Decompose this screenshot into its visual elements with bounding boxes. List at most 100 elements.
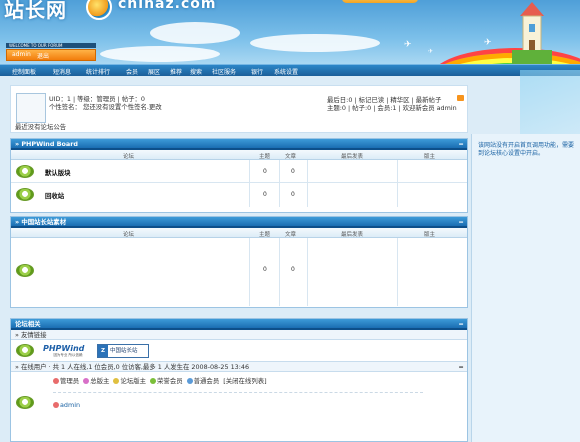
user-signature[interactable]: 个性签名： 您还没有设置个性签名.更改 xyxy=(49,102,162,111)
honor-group-icon xyxy=(150,378,157,384)
forum-name-link[interactable]: 默认版块 xyxy=(45,168,71,177)
admin-user-icon xyxy=(53,402,59,408)
divider xyxy=(397,160,398,182)
welcome-strip: WELCOME TO OUR FORUM xyxy=(6,43,96,48)
logo-globe-icon xyxy=(86,0,112,20)
divider xyxy=(397,238,398,306)
chinaz-logo-icon: Z xyxy=(98,345,108,357)
bird-icon: ✈ xyxy=(428,48,434,55)
forum-name-link[interactable]: 回收站 xyxy=(45,191,64,200)
legend-super-mod: 总版主 xyxy=(90,377,110,385)
forum-stats: 主题:0 | 帖子:0 | 会员:1 | 欢迎新会员 admin xyxy=(327,104,457,112)
collapse-icon[interactable]: ═ xyxy=(459,319,463,329)
forum-row: 回收站 0 0 xyxy=(11,183,467,207)
main-content: UID：1 | 等级：管理员 | 帖子：0 个性签名： 您还没有设置个性签名.更… xyxy=(10,85,468,442)
collapse-icon[interactable]: ═ xyxy=(459,217,463,227)
cloud-decoration xyxy=(100,46,220,62)
section-title-text: » PHPWind Board xyxy=(15,140,78,148)
super-mod-group-icon xyxy=(83,378,90,384)
divider xyxy=(307,183,308,207)
bird-icon: ✈ xyxy=(404,40,412,50)
legend-admin: 管理员 xyxy=(60,377,80,385)
nav-item-bank[interactable]: 银行 xyxy=(251,67,263,76)
announcement: 最近没有论坛公告 xyxy=(15,123,67,131)
col-forum: 论坛 xyxy=(123,154,135,160)
forum-topic-count: 0 xyxy=(263,191,267,198)
collapse-icon[interactable]: ═ xyxy=(459,362,463,372)
site-logo[interactable]: 站长网 xyxy=(4,0,67,23)
admin-group-icon xyxy=(53,378,59,384)
divider xyxy=(307,238,308,306)
forum-status-icon xyxy=(16,264,34,277)
forum-post-count: 0 xyxy=(291,191,295,198)
online-status-icon xyxy=(16,396,34,409)
phpwind-link[interactable]: PHPWind 因为专业 所以信赖 xyxy=(43,344,93,358)
rss-icon[interactable] xyxy=(457,95,464,101)
legend-honor: 荣誉会员 xyxy=(157,377,183,385)
forum-topic-count: 0 xyxy=(263,168,267,175)
nav-item-stats[interactable]: 统计排行 xyxy=(86,67,110,76)
col-topics: 主题 xyxy=(259,154,271,160)
forum-post-count: 0 xyxy=(291,266,295,273)
legend-member: 普通会员 xyxy=(193,377,220,385)
friend-links-header: » 友情链接 xyxy=(11,330,467,340)
divider xyxy=(307,160,308,182)
nav-item-community[interactable]: 社区服务 xyxy=(212,67,236,76)
nav-item-search[interactable]: 搜索 xyxy=(190,67,202,76)
divider xyxy=(249,160,250,182)
online-user-name: admin xyxy=(60,401,81,409)
top-link-button[interactable] xyxy=(342,0,418,3)
bird-icon: ✈ xyxy=(484,38,492,48)
avatar[interactable] xyxy=(16,93,46,123)
main-nav: 控制面板 短消息 统计排行 会员 展区 推荐 搜索 社区服务 银行 系统设置 xyxy=(0,64,580,76)
forum-post-count: 0 xyxy=(291,168,295,175)
mod-group-icon xyxy=(113,378,120,384)
section-title[interactable]: 论坛相关 ═ xyxy=(11,319,467,330)
nav-item-showcase[interactable]: 展区 xyxy=(148,67,160,76)
divider xyxy=(279,183,280,207)
section-chinaz: » 中国站长站素材 ═ 论坛 主题 文章 最后发表 版主 0 0 xyxy=(10,216,468,308)
header-banner: 站长网 chinaz.com ✈ ✈ ✈ WELCOME TO OUR FORU… xyxy=(0,0,580,70)
friend-links: PHPWind 因为专业 所以信赖 Z 中国站长站 xyxy=(11,340,467,362)
forum-status-icon xyxy=(16,165,34,178)
nav-item-recommend[interactable]: 推荐 xyxy=(170,67,182,76)
col-moderator: 版主 xyxy=(424,232,436,238)
chinaz-link[interactable]: Z 中国站长站 xyxy=(97,344,149,358)
online-user-link[interactable]: admin xyxy=(53,401,80,409)
forum-topic-count: 0 xyxy=(263,266,267,273)
collapse-icon[interactable]: ═ xyxy=(459,139,463,149)
online-users: 管理员 总版主 论坛版主 荣誉会员 普通会员 [关闭在线列表] admin xyxy=(11,372,467,441)
section-related: 论坛相关 ═ » 友情链接 PHPWind 因为专业 所以信赖 Z 中国站长站 »… xyxy=(10,318,468,442)
links-icon xyxy=(16,344,34,357)
divider xyxy=(249,238,250,306)
nav-item-settings[interactable]: 系统设置 xyxy=(274,67,298,76)
col-last-post: 最后发表 xyxy=(341,154,364,160)
section-phpwind: » PHPWind Board ═ 论坛 主题 文章 最后发表 版主 默认版块 … xyxy=(10,138,468,213)
forum-status-icon xyxy=(16,188,34,201)
chinaz-logo-text: 中国站长站 xyxy=(110,348,138,354)
divider xyxy=(53,392,423,393)
section-title[interactable]: » PHPWind Board ═ xyxy=(11,139,467,150)
section-title-text: » 中国站长站素材 xyxy=(15,218,67,226)
column-header: 论坛 主题 文章 最后发表 版主 xyxy=(11,150,467,160)
col-forum: 论坛 xyxy=(123,232,135,238)
nav-item-messages[interactable]: 短消息 xyxy=(53,67,71,76)
user-panel: UID：1 | 等级：管理员 | 帖子：0 个性签名： 您还没有设置个性签名.更… xyxy=(10,85,468,133)
current-user-link[interactable]: admin xyxy=(12,51,31,58)
sidebar-notice: 该网站没有开启首页调用功能，需要到论坛核心设置中开启。 xyxy=(478,142,575,157)
section-title[interactable]: » 中国站长站素材 ═ xyxy=(11,217,467,228)
col-last-post: 最后发表 xyxy=(341,232,364,238)
nav-item-members[interactable]: 会员 xyxy=(126,67,138,76)
legend-mod: 论坛版主 xyxy=(120,377,146,385)
cloud-decoration xyxy=(150,22,240,44)
nav-item-control-panel[interactable]: 控制面板 xyxy=(12,67,36,76)
divider xyxy=(279,238,280,306)
col-moderator: 版主 xyxy=(424,154,436,160)
close-online-list-link[interactable]: [关闭在线列表] xyxy=(223,377,266,385)
logout-link[interactable]: 退出 xyxy=(37,51,49,60)
site-domain: chinaz.com xyxy=(118,0,217,12)
section-title-text: 论坛相关 xyxy=(15,320,41,328)
column-header: 论坛 主题 文章 最后发表 版主 xyxy=(11,228,467,238)
divider xyxy=(249,183,250,207)
phpwind-logo: PHPWind xyxy=(43,344,85,353)
